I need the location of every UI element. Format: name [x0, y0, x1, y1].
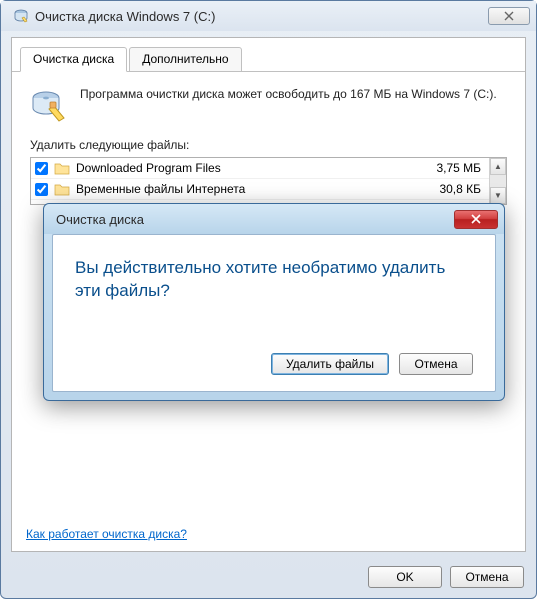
file-name: Временные файлы Интернета: [76, 182, 415, 196]
dialog-close-button[interactable]: [454, 210, 498, 229]
folder-icon: [54, 160, 70, 176]
file-checkbox[interactable]: [35, 183, 48, 196]
file-list: Downloaded Program Files 3,75 МБ Временн…: [30, 157, 507, 205]
delete-files-label: Удалить следующие файлы:: [30, 138, 507, 152]
scrollbar[interactable]: ▲ ▼: [489, 158, 506, 204]
tab-disk-cleanup[interactable]: Очистка диска: [20, 47, 127, 72]
file-name: Downloaded Program Files: [76, 161, 415, 175]
window-close-button[interactable]: [488, 7, 530, 25]
dialog-titlebar[interactable]: Очистка диска: [44, 204, 504, 234]
help-link[interactable]: Как работает очистка диска?: [26, 527, 187, 541]
file-size: 3,75 МБ: [421, 161, 485, 175]
scroll-up-arrow[interactable]: ▲: [490, 158, 506, 175]
ok-button[interactable]: OK: [368, 566, 442, 588]
dialog-cancel-button[interactable]: Отмена: [399, 353, 473, 375]
confirm-dialog: Очистка диска Вы действительно хотите не…: [43, 203, 505, 401]
scroll-thumb[interactable]: [490, 175, 506, 187]
info-row: Программа очистки диска может освободить…: [30, 86, 507, 124]
disk-cleanup-window: Очистка диска Windows 7 (C:) Очистка дис…: [0, 0, 537, 599]
dialog-body: Вы действительно хотите необратимо удали…: [52, 234, 496, 392]
window-title: Очистка диска Windows 7 (C:): [35, 9, 488, 24]
tab-body: Программа очистки диска может освободить…: [12, 72, 525, 215]
tab-more[interactable]: Дополнительно: [129, 47, 241, 72]
tabs: Очистка диска Дополнительно: [12, 38, 525, 72]
dialog-buttons: Удалить файлы Отмена: [75, 353, 473, 375]
scroll-down-arrow[interactable]: ▼: [490, 187, 506, 204]
disk-cleanup-icon: [13, 8, 29, 24]
list-item[interactable]: Временные файлы Интернета 30,8 КБ: [31, 179, 489, 200]
cancel-button[interactable]: Отмена: [450, 566, 524, 588]
info-text: Программа очистки диска может освободить…: [80, 86, 497, 124]
delete-files-button[interactable]: Удалить файлы: [271, 353, 389, 375]
list-item[interactable]: Downloaded Program Files 3,75 МБ: [31, 158, 489, 179]
dialog-message: Вы действительно хотите необратимо удали…: [75, 257, 473, 303]
folder-icon: [54, 181, 70, 197]
disk-cleanup-large-icon: [30, 86, 68, 124]
dialog-title: Очистка диска: [56, 212, 454, 227]
window-buttons: OK Отмена: [368, 566, 524, 588]
file-checkbox[interactable]: [35, 162, 48, 175]
titlebar[interactable]: Очистка диска Windows 7 (C:): [1, 1, 536, 31]
file-size: 30,8 КБ: [421, 182, 485, 196]
